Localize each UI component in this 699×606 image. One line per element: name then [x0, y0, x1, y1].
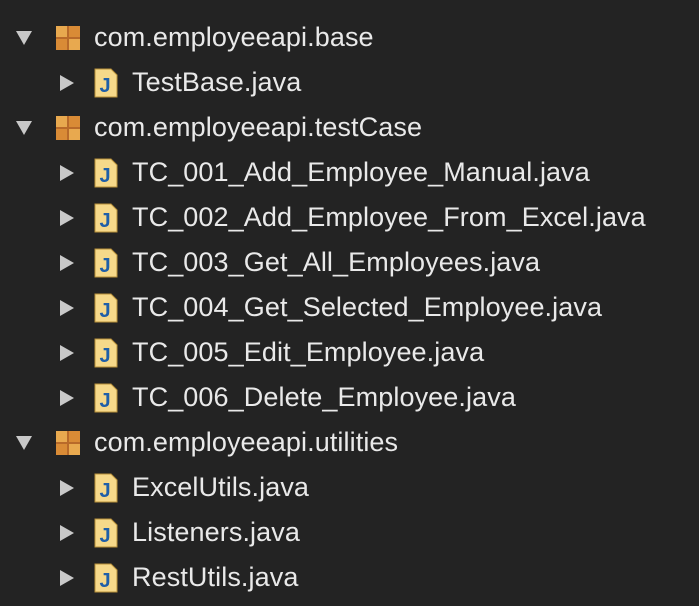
svg-text:J: J: [99, 300, 110, 322]
svg-text:J: J: [99, 75, 110, 97]
expanded-arrow-icon[interactable]: [16, 120, 32, 135]
java-file-icon: J: [94, 338, 118, 367]
file-label: TestBase.java: [132, 67, 302, 97]
svg-text:J: J: [99, 390, 110, 412]
package-icon: [56, 25, 80, 50]
file-label: Listeners.java: [132, 517, 300, 547]
collapsed-arrow-icon[interactable]: [60, 524, 74, 541]
file-label: RestUtils.java: [132, 562, 299, 592]
java-file-icon: J: [94, 203, 118, 232]
java-file-icon: J: [94, 248, 118, 277]
svg-text:J: J: [99, 165, 110, 187]
collapsed-arrow-icon[interactable]: [60, 479, 74, 496]
package-label: com.employeeapi.base: [94, 22, 374, 52]
collapsed-arrow-icon[interactable]: [60, 164, 74, 181]
java-file-icon: J: [94, 383, 118, 412]
package-label: com.employeeapi.utilities: [94, 427, 399, 457]
collapsed-arrow-icon[interactable]: [60, 299, 74, 316]
tree-file-item[interactable]: J RestUtils.java: [0, 555, 699, 600]
java-file-icon: J: [94, 68, 118, 97]
file-label: TC_004_Get_Selected_Employee.java: [132, 292, 603, 322]
java-file-icon: J: [94, 473, 118, 502]
svg-text:J: J: [99, 255, 110, 277]
svg-text:J: J: [99, 525, 110, 547]
java-file-icon: J: [94, 518, 118, 547]
tree-file-item[interactable]: J TC_006_Delete_Employee.java: [0, 375, 699, 420]
tree-file-item[interactable]: J TC_002_Add_Employee_From_Excel.java: [0, 195, 699, 240]
tree-file-item[interactable]: J TestBase.java: [0, 60, 699, 105]
tree-file-item[interactable]: J TC_005_Edit_Employee.java: [0, 330, 699, 375]
file-label: TC_001_Add_Employee_Manual.java: [132, 157, 590, 187]
java-file-icon: J: [94, 563, 118, 592]
file-label: TC_005_Edit_Employee.java: [132, 337, 485, 367]
tree-file-item[interactable]: J ExcelUtils.java: [0, 465, 699, 510]
tree-file-item[interactable]: J TC_003_Get_All_Employees.java: [0, 240, 699, 285]
tree-file-item[interactable]: J TC_004_Get_Selected_Employee.java: [0, 285, 699, 330]
file-label: ExcelUtils.java: [132, 472, 310, 502]
svg-text:J: J: [99, 210, 110, 232]
java-file-icon: J: [94, 158, 118, 187]
file-label: TC_003_Get_All_Employees.java: [132, 247, 541, 277]
file-label: TC_006_Delete_Employee.java: [132, 382, 516, 412]
java-file-icon: J: [94, 293, 118, 322]
package-icon: [56, 115, 80, 140]
collapsed-arrow-icon[interactable]: [60, 209, 74, 226]
tree-package-testcase[interactable]: com.employeeapi.testCase: [0, 105, 699, 150]
tree-file-item[interactable]: J TC_001_Add_Employee_Manual.java: [0, 150, 699, 195]
collapsed-arrow-icon[interactable]: [60, 74, 74, 91]
svg-text:J: J: [99, 480, 110, 502]
collapsed-arrow-icon[interactable]: [60, 344, 74, 361]
tree-package-base[interactable]: com.employeeapi.base: [0, 15, 699, 60]
package-label: com.employeeapi.testCase: [94, 112, 423, 142]
expanded-arrow-icon[interactable]: [16, 435, 32, 450]
file-label: TC_002_Add_Employee_From_Excel.java: [132, 202, 646, 232]
tree-package-utilities[interactable]: com.employeeapi.utilities: [0, 420, 699, 465]
package-icon: [56, 430, 80, 455]
svg-text:J: J: [99, 345, 110, 367]
collapsed-arrow-icon[interactable]: [60, 389, 74, 406]
expanded-arrow-icon[interactable]: [16, 30, 32, 45]
collapsed-arrow-icon[interactable]: [60, 569, 74, 586]
tree-file-item[interactable]: J Listeners.java: [0, 510, 699, 555]
svg-text:J: J: [99, 570, 110, 592]
package-explorer-tree: com.employeeapi.base J TestBase.java com…: [0, 0, 699, 606]
collapsed-arrow-icon[interactable]: [60, 254, 74, 271]
